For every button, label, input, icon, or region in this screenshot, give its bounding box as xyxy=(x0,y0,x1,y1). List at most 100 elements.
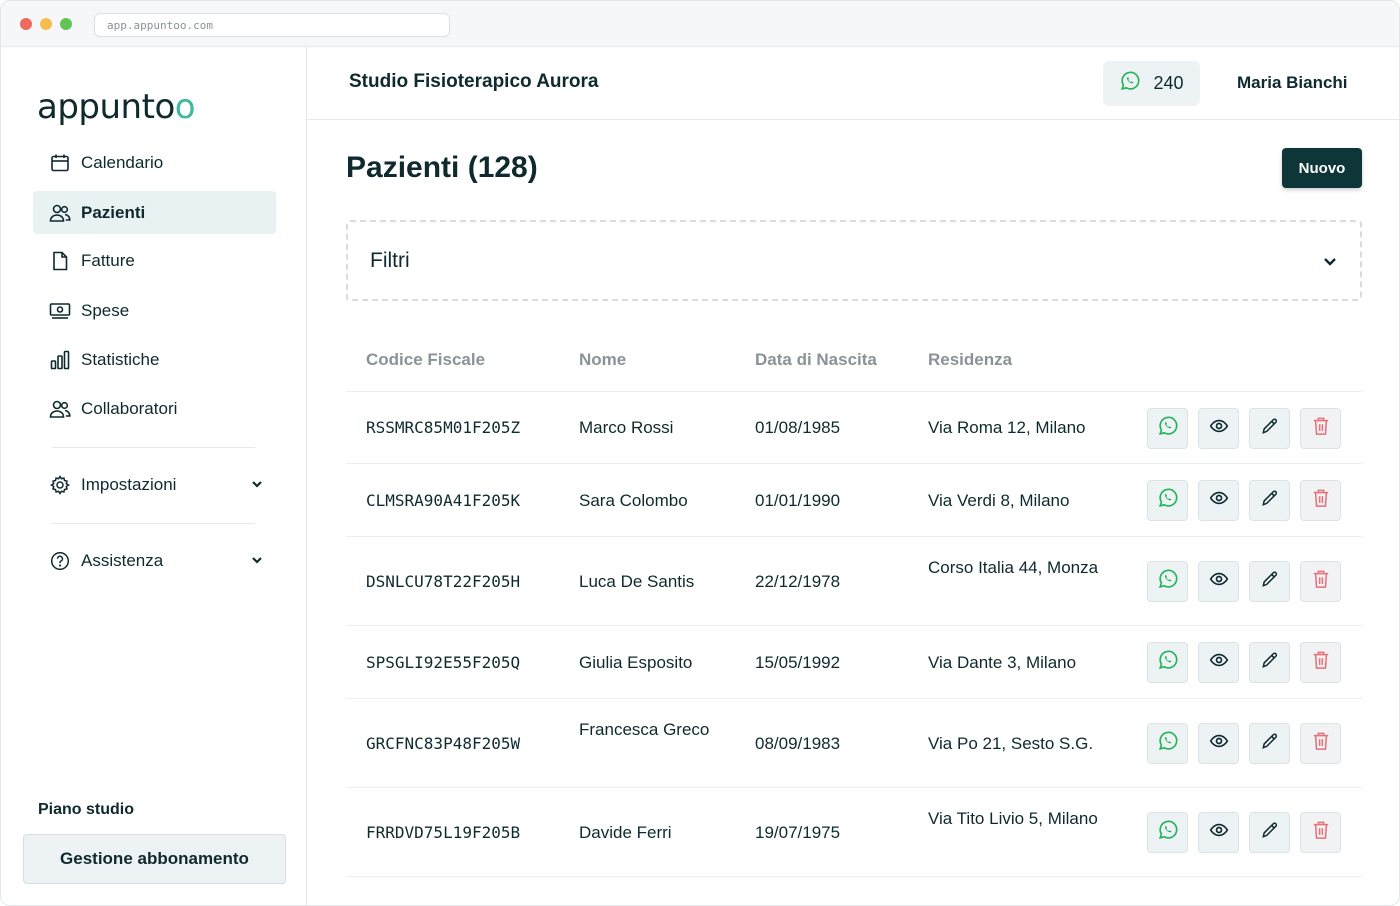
new-patient-button[interactable]: Nuovo xyxy=(1282,148,1362,188)
cell-address: Via Roma 12, Milano xyxy=(928,418,1086,437)
delete-button[interactable] xyxy=(1300,561,1341,602)
sidebar-item-impostazioni[interactable]: Impostazioni xyxy=(33,463,276,506)
whatsapp-button[interactable] xyxy=(1147,480,1188,521)
cell-date-of-birth: 01/08/1985 xyxy=(755,418,841,437)
column-header-name[interactable]: Nome xyxy=(579,350,626,370)
eye-icon xyxy=(1209,488,1229,513)
sidebar-item-statistiche[interactable]: Statistiche xyxy=(33,338,276,381)
table-row: GRCFNC83P48F205W Francesca Greco 08/09/198… xyxy=(346,699,1362,788)
plan-label: Piano studio xyxy=(38,801,134,818)
cell-address: Via Tito Livio 5, Milano xyxy=(928,808,1098,828)
whatsapp-button[interactable] xyxy=(1147,642,1188,683)
minimize-window-dot[interactable] xyxy=(40,18,52,30)
logo-o-dark: o xyxy=(154,87,175,127)
chevron-down-icon xyxy=(250,552,264,572)
row-actions xyxy=(1147,561,1341,602)
edit-button[interactable] xyxy=(1249,723,1290,764)
logo-text: appunt xyxy=(37,87,155,127)
cell-codice-fiscale: GRCFNC83P48F205W xyxy=(366,733,521,753)
address-bar[interactable]: app.appuntoo.com xyxy=(94,13,450,37)
whatsapp-credits-badge[interactable]: 240 xyxy=(1103,61,1200,106)
sidebar-item-label: Collaboratori xyxy=(81,398,178,418)
delete-button[interactable] xyxy=(1300,480,1341,521)
pencil-icon xyxy=(1260,569,1280,594)
help-icon xyxy=(49,550,71,572)
sidebar-item-fatture[interactable]: Fatture xyxy=(33,239,276,282)
pencil-icon xyxy=(1260,488,1280,513)
delete-button[interactable] xyxy=(1300,407,1341,449)
cell-address: Corso Italia 44, Monza xyxy=(928,557,1099,577)
whatsapp-button[interactable] xyxy=(1147,407,1188,449)
users-icon xyxy=(49,202,71,224)
chart-icon xyxy=(49,349,71,371)
cell-name: Davide Ferri xyxy=(579,822,672,842)
view-button[interactable] xyxy=(1198,480,1239,521)
sidebar-item-calendario[interactable]: Calendario xyxy=(33,141,276,184)
delete-button[interactable] xyxy=(1300,642,1341,683)
row-actions xyxy=(1147,407,1341,449)
eye-icon xyxy=(1209,416,1229,441)
sidebar-divider xyxy=(52,523,255,524)
filters-panel[interactable]: Filtri xyxy=(346,220,1362,301)
row-actions xyxy=(1147,812,1341,853)
whatsapp-button[interactable] xyxy=(1147,812,1188,853)
whatsapp-icon xyxy=(1157,568,1179,595)
cell-date-of-birth: 22/12/1978 xyxy=(755,571,841,591)
edit-button[interactable] xyxy=(1249,642,1290,683)
eye-icon xyxy=(1209,569,1229,594)
cell-name: Francesca Greco xyxy=(579,719,710,739)
cell-codice-fiscale: SPSGLI92E55F205Q xyxy=(366,652,521,672)
cell-address: Via Dante 3, Milano xyxy=(928,652,1077,672)
sidebar-item-label: Pazienti xyxy=(81,202,146,222)
sidebar-item-assistenza[interactable]: Assistenza xyxy=(33,539,276,582)
edit-button[interactable] xyxy=(1249,561,1290,602)
manage-subscription-button[interactable]: Gestione abbonamento xyxy=(23,834,286,884)
top-bar: Studio Fisioterapico Aurora 240 Maria Bi… xyxy=(307,47,1399,120)
sidebar-item-collaboratori[interactable]: Collaboratori xyxy=(33,387,276,430)
sidebar-item-label: Spese xyxy=(81,300,130,320)
column-header-cf[interactable]: Codice Fiscale xyxy=(366,350,485,370)
column-header-dob[interactable]: Data di Nascita xyxy=(755,350,877,370)
delete-button[interactable] xyxy=(1300,812,1341,853)
view-button[interactable] xyxy=(1198,407,1239,449)
cell-name: Giulia Esposito xyxy=(579,652,693,672)
edit-button[interactable] xyxy=(1249,812,1290,853)
chevron-down-icon xyxy=(250,476,264,496)
sidebar-item-pazienti[interactable]: Pazienti xyxy=(33,191,276,234)
row-actions xyxy=(1147,480,1341,521)
sidebar-item-label: Assistenza xyxy=(81,550,164,570)
row-actions xyxy=(1147,723,1341,764)
logo[interactable]: appuntoo xyxy=(37,87,196,127)
whatsapp-count: 240 xyxy=(1153,73,1184,93)
cell-codice-fiscale: FRRDVD75L19F205B xyxy=(366,822,521,842)
column-header-address[interactable]: Residenza xyxy=(928,350,1012,370)
maximize-window-dot[interactable] xyxy=(60,18,72,30)
whatsapp-icon xyxy=(1157,487,1179,514)
cash-icon xyxy=(49,300,71,322)
studio-name: Studio Fisioterapico Aurora xyxy=(349,71,599,92)
edit-button[interactable] xyxy=(1249,407,1290,449)
table-row: FRRDVD75L19F205B Davide Ferri 19/07/1975 Vi… xyxy=(346,788,1362,877)
whatsapp-button[interactable] xyxy=(1147,561,1188,602)
cell-name: Marco Rossi xyxy=(579,418,674,437)
chevron-down-icon xyxy=(1322,253,1338,274)
view-button[interactable] xyxy=(1198,812,1239,853)
sidebar-item-spese[interactable]: Spese xyxy=(33,289,276,332)
sidebar: appuntoo Calendario Pazienti Fatture Spe… xyxy=(1,47,307,905)
table-row: SPSGLI92E55F205Q Giulia Esposito 15/05/199… xyxy=(346,626,1362,699)
browser-chrome: app.appuntoo.com xyxy=(1,1,1399,47)
edit-button[interactable] xyxy=(1249,480,1290,521)
cell-codice-fiscale: DSNLCU78T22F205H xyxy=(366,571,521,591)
close-window-dot[interactable] xyxy=(20,18,32,30)
view-button[interactable] xyxy=(1198,561,1239,602)
logo-o-accent: o xyxy=(174,87,196,127)
view-button[interactable] xyxy=(1198,723,1239,764)
trash-icon xyxy=(1312,650,1330,675)
calendar-icon xyxy=(49,152,71,174)
view-button[interactable] xyxy=(1198,642,1239,683)
delete-button[interactable] xyxy=(1300,723,1341,764)
sidebar-item-label: Calendario xyxy=(81,152,164,172)
trash-icon xyxy=(1312,488,1330,513)
whatsapp-button[interactable] xyxy=(1147,723,1188,764)
user-name[interactable]: Maria Bianchi xyxy=(1237,73,1348,93)
